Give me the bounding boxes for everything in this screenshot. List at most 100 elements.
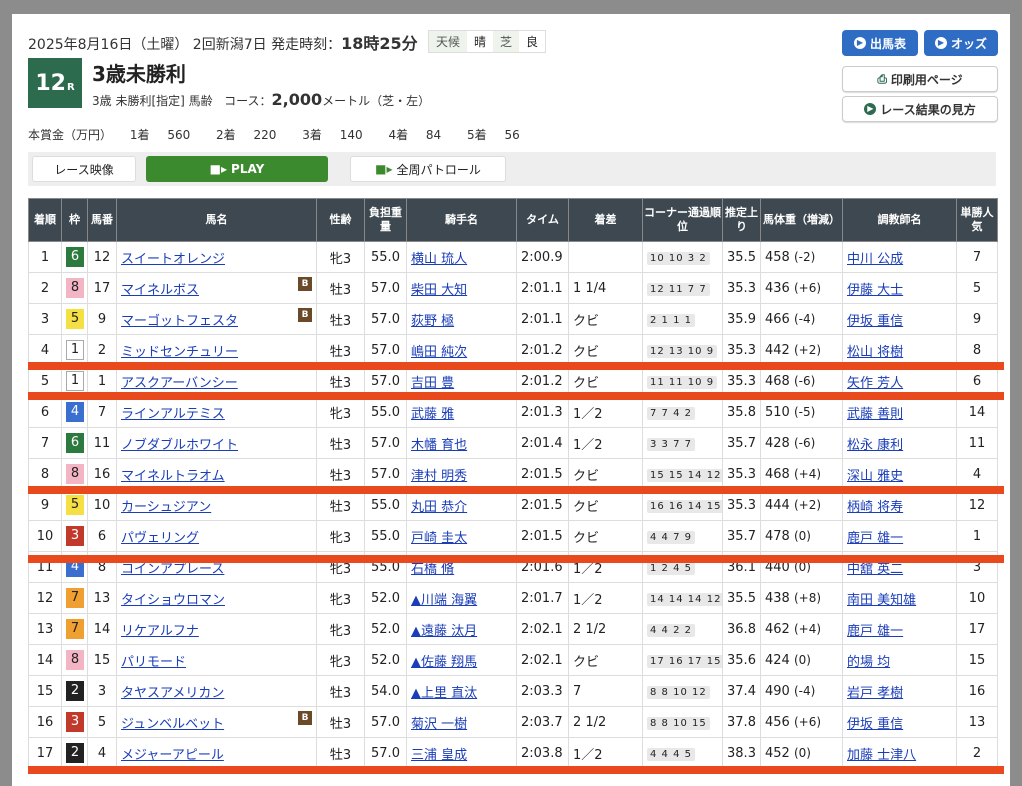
margin: クビ [568,303,643,335]
jockey-link[interactable]: 荻野 極 [411,314,454,329]
jockey-link[interactable]: 菊沢 一樹 [411,717,467,732]
jockey-link[interactable]: 柴田 大知 [411,283,467,298]
corner-cell: 3 3 7 7 [642,427,723,459]
trainer-link[interactable]: 的場 均 [847,655,890,670]
horse-name-link[interactable]: タイショウロマン [121,593,225,608]
blinker-icon: B [298,276,312,291]
horse-name-link[interactable]: マイネルトラオム [121,469,225,484]
patrol-label: 全周パトロール [396,162,481,177]
trainer-link[interactable]: 松山 将樹 [847,345,903,360]
body-weight-cell: 458 (-2) [760,241,843,273]
play-button[interactable]: ■▸ PLAY [146,156,328,182]
horse-name-link[interactable]: マイネルボス [121,283,199,298]
trainer-link[interactable]: 加藤 士津八 [847,748,916,763]
column-header: 調教師名 [842,198,957,242]
horse-name-link[interactable]: パヴェリング [121,531,199,546]
corner-cell: 8 8 10 15 [642,706,723,738]
horse-name-link[interactable]: リケアルフナ [121,624,199,639]
body-weight: 462 [765,621,790,637]
jockey-link[interactable]: 石橋 脩 [411,562,454,577]
prize-item: 3着 [302,128,322,142]
horse-number: 11 [87,427,117,459]
jockey-link[interactable]: 丸田 恭介 [411,500,467,515]
trainer-link[interactable]: 鹿戸 雄一 [847,531,903,546]
jockey-link[interactable]: 戸崎 圭太 [411,531,467,546]
race-time: 2:01.3 [516,396,569,428]
trainer-link[interactable]: 南田 美知雄 [847,593,916,608]
sex-age: 牡3 [316,334,365,366]
jockey-link[interactable]: ▲上里 直汰 [411,686,477,701]
race-time: 2:03.3 [516,675,569,707]
jockey-cell: 柴田 大知 [406,272,517,304]
trainer-link[interactable]: 伊坂 重信 [847,717,903,732]
horse-name-link[interactable]: コインアプレース [121,562,224,577]
trainer-link[interactable]: 伊坂 重信 [847,314,903,329]
prize-item: 2着 [216,128,236,142]
trainer-link[interactable]: 矢作 芳人 [847,376,903,391]
jockey-link[interactable]: ▲川端 海翼 [411,593,477,608]
horse-name-link[interactable]: メジャーアピール [121,748,224,763]
jockey-link[interactable]: 横山 琉人 [411,252,467,267]
result-guide-button[interactable]: ▶ レース結果の見方 [842,96,998,122]
jockey-link[interactable]: 吉田 豊 [411,376,454,391]
corner-cell: 14 14 14 12 [642,582,723,614]
horse-name-cell: スイートオレンジ [116,241,317,273]
horse-name-link[interactable]: アスクアーバンシー [121,376,238,391]
table-row: 4 1 2 ミッドセンチュリー 牡3 57.0 嶋田 純次 2:01.2 クビ 12 13 10 … [28,334,998,366]
trainer-link[interactable]: 柄崎 将寿 [847,500,903,515]
column-header: 着順 [28,198,62,242]
trainer-link[interactable]: 深山 雅史 [847,469,903,484]
chevron-right-icon: ▶ [934,37,947,49]
jockey-link[interactable]: 三浦 皇成 [411,748,467,763]
jockey-link[interactable]: 津村 明秀 [411,469,467,484]
trainer-link[interactable]: 松永 康利 [847,438,903,453]
trainer-link[interactable]: 武藤 善則 [847,407,903,422]
carried-weight: 57.0 [364,706,407,738]
popularity: 16 [956,675,998,707]
trainer-cell: 柄崎 将寿 [842,489,957,521]
trainer-link[interactable]: 中舘 英二 [847,562,903,577]
finish-position: 16 [28,706,62,738]
jockey-link[interactable]: 嶋田 純次 [411,345,467,360]
popularity: 12 [956,489,998,521]
prize-item: 4着 [388,128,409,142]
track-value: 良 [526,35,539,49]
jockey-link[interactable]: 木幡 育也 [411,438,467,453]
sex-age: 牡3 [316,458,365,490]
trainer-cell: 的場 均 [842,644,957,676]
horse-name-link[interactable]: ラインアルテミス [121,407,225,422]
patrol-video-button[interactable]: ■▸ 全周パトロール [350,156,506,182]
horse-name-link[interactable]: ジュンベルベット [121,717,224,732]
trainer-link[interactable]: 岩戸 孝樹 [847,686,903,701]
carried-weight: 52.0 [364,613,407,645]
prize-item: 560 [167,128,191,142]
jockey-link[interactable]: ▲遠藤 汰月 [411,624,477,639]
horse-name-link[interactable]: マーゴットフェスタ [121,314,238,329]
trainer-link[interactable]: 中川 公成 [847,252,903,267]
horses-list-button[interactable]: ▶ 出馬表 [842,30,918,56]
jockey-link[interactable]: 武藤 雅 [411,407,454,422]
print-page-button[interactable]: ⎙ 印刷用ページ [842,66,998,92]
horse-name-link[interactable]: スイートオレンジ [121,252,225,267]
horse-name-link[interactable]: パリモード [121,655,186,670]
horse-name-link[interactable]: ノブダブルホワイト [121,438,238,453]
trainer-cell: 鹿戸 雄一 [842,520,957,552]
horse-name-cell: マーゴットフェスタ B [116,303,317,335]
results-table: 着順枠馬番 馬名 性齢 負担重量 騎手名 タイム 着差 コーナー通過順位 推定上り 馬体重（増減）… [28,198,998,769]
horse-name-link[interactable]: ミッドセンチュリー [121,345,238,360]
column-header: 騎手名 [406,198,517,242]
horse-number: 9 [87,303,117,335]
video-camera-icon: ■▸ [209,162,228,176]
body-weight-diff: (+6) [793,280,822,295]
trainer-link[interactable]: 鹿戸 雄一 [847,624,903,639]
trainer-link[interactable]: 伊藤 大士 [847,283,903,298]
horse-name-link[interactable]: タヤスアメリカン [121,686,224,701]
odds-button[interactable]: ▶ オッズ [924,30,998,56]
race-date-line: 2025年8月16日（土曜） 2回新潟7日 発走時刻：18時25分 [28,30,418,54]
horse-name-link[interactable]: カーシュジアン [121,500,211,515]
corner-positions: 14 14 14 12 [647,592,722,606]
waku-badge: 8 [66,650,84,670]
jockey-link[interactable]: ▲佐藤 翔馬 [411,655,477,670]
race-video-label-box: レース映像 [32,156,136,182]
horse-name-cell: タヤスアメリカン [116,675,317,707]
